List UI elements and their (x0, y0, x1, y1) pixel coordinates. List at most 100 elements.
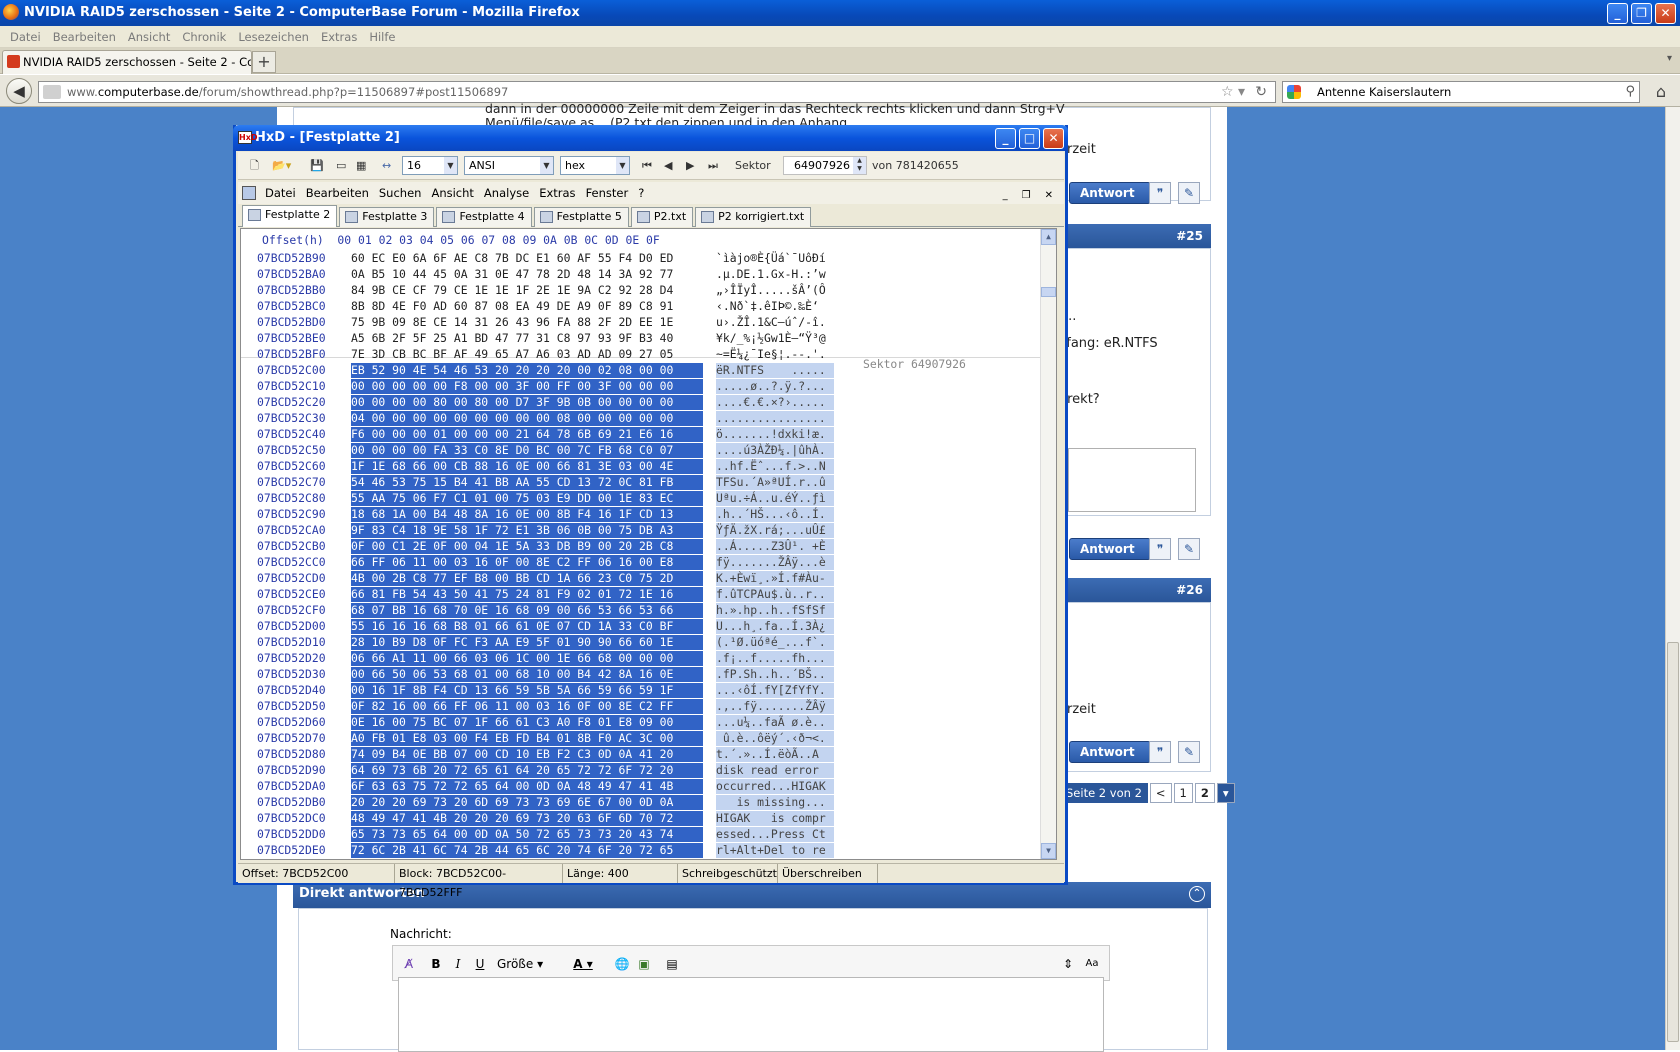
pager-prev[interactable]: < (1149, 783, 1172, 803)
hxd-menu-analyse[interactable]: Analyse (479, 182, 534, 204)
tab-festplatte-5[interactable]: Festplatte 5 (533, 207, 629, 227)
new-file-icon[interactable]: 🗋 (250, 158, 259, 174)
close-button[interactable]: ✕ (1655, 3, 1676, 24)
page-scrollbar-thumb[interactable] (1667, 642, 1679, 1042)
hex-row-bytes[interactable]: 28 10 B9 D8 0F FC F3 AA E9 5F 01 90 90 6… (351, 635, 703, 650)
hex-row-text[interactable]: ....€.€.×?›..... (716, 395, 834, 410)
open-folder-icon[interactable]: 📂▾ (272, 158, 291, 174)
tab-festplatte-2[interactable]: Festplatte 2 (242, 205, 338, 227)
quote-insert-icon[interactable]: ▤ (663, 954, 681, 974)
scroll-down-icon[interactable]: ▼ (1041, 843, 1056, 859)
post-25-number[interactable]: #25 (1176, 229, 1203, 243)
hex-row-text[interactable]: ¥k/_%¡½Gw1È—“Ÿ³@ (716, 331, 834, 346)
hex-scrollbar-thumb[interactable] (1041, 287, 1056, 297)
post-26-number[interactable]: #26 (1176, 583, 1203, 597)
bytes-per-row-select[interactable]: 16 ▼ (402, 156, 458, 175)
hex-row-text[interactable]: .µ.DE.1.Gx-H.:’w (716, 267, 834, 282)
search-input[interactable]: Antenne Kaiserslautern (1317, 85, 1451, 99)
site-identity-icon[interactable] (43, 85, 61, 99)
hxd-menu-suchen[interactable]: Suchen (374, 182, 427, 204)
bold-button[interactable]: B (427, 954, 445, 974)
hex-row-bytes[interactable]: 6F 63 63 75 72 72 65 64 00 0D 0A 48 49 4… (351, 779, 703, 794)
hex-row-bytes[interactable]: 18 68 1A 00 B4 48 8A 16 0E 00 8B F4 16 1… (351, 507, 703, 522)
hex-row-bytes[interactable]: 54 46 53 75 15 B4 41 BB AA 55 CD 13 72 0… (351, 475, 703, 490)
hex-row-text[interactable]: ...u¼..faÃ ø.è.. (716, 715, 834, 730)
tab-p2-txt[interactable]: P2.txt (630, 207, 694, 227)
tab-festplatte-3[interactable]: Festplatte 3 (339, 207, 435, 227)
sektor-spinner-icon[interactable]: ▲ ▼ (853, 157, 866, 174)
message-textarea[interactable] (398, 977, 1104, 1052)
edit-icon[interactable]: ✎ (1178, 538, 1200, 560)
hex-row-bytes[interactable]: 75 9B 09 8E CE 14 31 26 43 96 FA 88 2F 2… (351, 315, 703, 330)
antwort-button[interactable]: Antwort (1069, 741, 1151, 763)
hex-row-bytes[interactable]: 64 69 73 6B 20 72 65 61 64 20 65 72 72 6… (351, 763, 703, 778)
menu-chronik[interactable]: Chronik (176, 26, 232, 47)
hex-row-bytes[interactable]: 68 07 BB 16 68 70 0E 16 68 09 00 66 53 6… (351, 603, 703, 618)
hex-row-bytes[interactable]: 00 00 00 00 00 F8 00 00 3F 00 FF 00 3F 0… (351, 379, 703, 394)
hex-scrollbar[interactable]: ▲ ▼ (1040, 229, 1056, 859)
reload-icon[interactable]: ↻ (1255, 82, 1267, 102)
hex-row-bytes[interactable]: 74 09 B4 0E BB 07 00 CD 10 EB F2 C3 0D 0… (351, 747, 703, 762)
browser-tab[interactable]: NVIDIA RAID5 zerschossen - Seite 2 - Com… (2, 50, 252, 74)
pager-dropdown-icon[interactable]: ▾ (1216, 783, 1235, 803)
hex-row-text[interactable]: ëR.NTFS ..... (716, 363, 834, 378)
hex-row-bytes[interactable]: 00 00 00 00 FA 33 C0 8E D0 BC 00 7C FB 6… (351, 443, 703, 458)
hex-row-text[interactable]: h.».hp..h..fSfSf (716, 603, 834, 618)
hex-row-text[interactable]: u›.ŽÎ.1&C–úˆ/-î. (716, 315, 834, 330)
hex-row-bytes[interactable]: 48 49 47 41 4B 20 20 20 69 73 20 63 6F 6… (351, 811, 703, 826)
hxd-menu-ansicht[interactable]: Ansicht (426, 182, 478, 204)
collapse-icon[interactable]: ⌃ (1189, 886, 1205, 902)
hex-row-text[interactable]: is missing... (716, 795, 834, 810)
search-icon[interactable]: ⚲ (1625, 82, 1635, 102)
chevron-down-icon[interactable]: ▼ (616, 157, 629, 174)
hxd-minimize-button[interactable]: _ (995, 128, 1016, 149)
bookmark-star-icon[interactable]: ☆ ▾ (1221, 82, 1245, 102)
menu-bearbeiten[interactable]: Bearbeiten (47, 26, 122, 47)
switch-editor-icon[interactable]: Aa (1083, 954, 1101, 974)
hex-row-text[interactable]: ..hf.Ëˆ...f.>..N (716, 459, 834, 474)
hex-row-text[interactable]: ö.......!dxki!æ. (716, 427, 834, 442)
first-sector-icon[interactable]: ⏮ (642, 158, 652, 174)
search-bar[interactable]: Antenne Kaiserslautern ⚲ (1282, 81, 1640, 103)
remove-format-icon[interactable]: A̸ (401, 954, 417, 974)
hex-row-bytes[interactable]: 20 20 20 69 73 20 6D 69 73 73 69 6E 67 0… (351, 795, 703, 810)
hex-row-bytes[interactable]: 72 6C 2B 41 6C 74 2B 44 65 6C 20 74 6F 2… (351, 843, 703, 858)
hex-row-bytes[interactable]: 7E 3D CB BC BF AF 49 65 A7 A6 03 AD AD 0… (351, 347, 703, 362)
hex-editor-view[interactable]: Offset(h) 00 01 02 03 04 05 06 07 08 09 … (240, 228, 1057, 860)
hex-row-text[interactable]: ...‹ôÍ.fY[ZfYfY. (716, 683, 834, 698)
menu-extras[interactable]: Extras (315, 26, 363, 47)
hex-row-bytes[interactable]: 0F 00 C1 2E 0F 00 04 1E 5A 33 DB B9 00 2… (351, 539, 703, 554)
hxd-menu-bearbeiten[interactable]: Bearbeiten (301, 182, 374, 204)
sektor-input[interactable]: 64907926 ▲ ▼ (783, 156, 867, 175)
hex-row-bytes[interactable]: 00 66 50 06 53 68 01 00 68 10 00 B4 42 8… (351, 667, 703, 682)
hex-row-text[interactable]: essed...Press Ct (716, 827, 834, 842)
hex-row-text[interactable]: t.´.»..Í.ëòÃ..A (716, 747, 834, 762)
tab-list-chevron-icon[interactable]: ▾ (1667, 53, 1672, 64)
tab-festplatte-4[interactable]: Festplatte 4 (436, 207, 532, 227)
open-ram-icon[interactable]: ▦ (356, 158, 366, 174)
resize-icon[interactable]: ⇕ (1061, 954, 1075, 974)
antwort-button[interactable]: Antwort (1069, 538, 1151, 560)
hex-row-bytes[interactable]: 1F 1E 68 66 00 CB 88 16 0E 00 66 81 3E 0… (351, 459, 703, 474)
chevron-down-icon[interactable]: ▼ (444, 157, 457, 174)
text-color-icon[interactable]: A ▾ (569, 954, 597, 974)
quote-icon[interactable]: ❞ (1149, 538, 1171, 560)
hex-row-bytes[interactable]: 8B 8D 4E F0 AD 60 87 08 EA 49 DE A9 0F 8… (351, 299, 703, 314)
mdi-child-icon[interactable] (242, 186, 256, 200)
hxd-menu-datei[interactable]: Datei (260, 182, 301, 204)
hex-row-bytes[interactable]: 00 00 00 00 80 00 80 00 D7 3F 9B 0B 00 0… (351, 395, 703, 410)
hex-row-text[interactable]: K.+Èwï¸.»Í.f#Àu- (716, 571, 834, 586)
hex-row-text[interactable]: „›ÎÏyÎ.....šÂ’(Ô (716, 283, 834, 298)
hex-row-bytes[interactable]: 55 16 16 16 68 B8 01 66 61 0E 07 CD 1A 3… (351, 619, 703, 634)
hex-row-bytes[interactable]: 06 66 A1 11 00 66 03 06 1C 00 1E 66 68 0… (351, 651, 703, 666)
italic-button[interactable]: I (449, 954, 467, 974)
hex-row-text[interactable]: TFSu.´A»ªUÍ.r..û (716, 475, 834, 490)
hex-row-text[interactable]: ‹.Nð­`‡.êIÞ©.‰È‘ (716, 299, 834, 314)
antwort-button[interactable]: Antwort (1069, 182, 1151, 204)
hex-row-text[interactable]: Uªu.÷Á..u.éÝ..ƒì (716, 491, 834, 506)
edit-icon[interactable]: ✎ (1178, 182, 1200, 204)
hex-row-text[interactable]: .‚..fÿ.......ŽÂÿ (716, 699, 834, 714)
hxd-close-button[interactable]: ✕ (1043, 128, 1064, 149)
hex-row-bytes[interactable]: 66 FF 06 11 00 03 16 0F 00 8E C2 FF 06 1… (351, 555, 703, 570)
hex-row-text[interactable]: ŸƒÄ.žX.rá;...uÛ£ (716, 523, 834, 538)
